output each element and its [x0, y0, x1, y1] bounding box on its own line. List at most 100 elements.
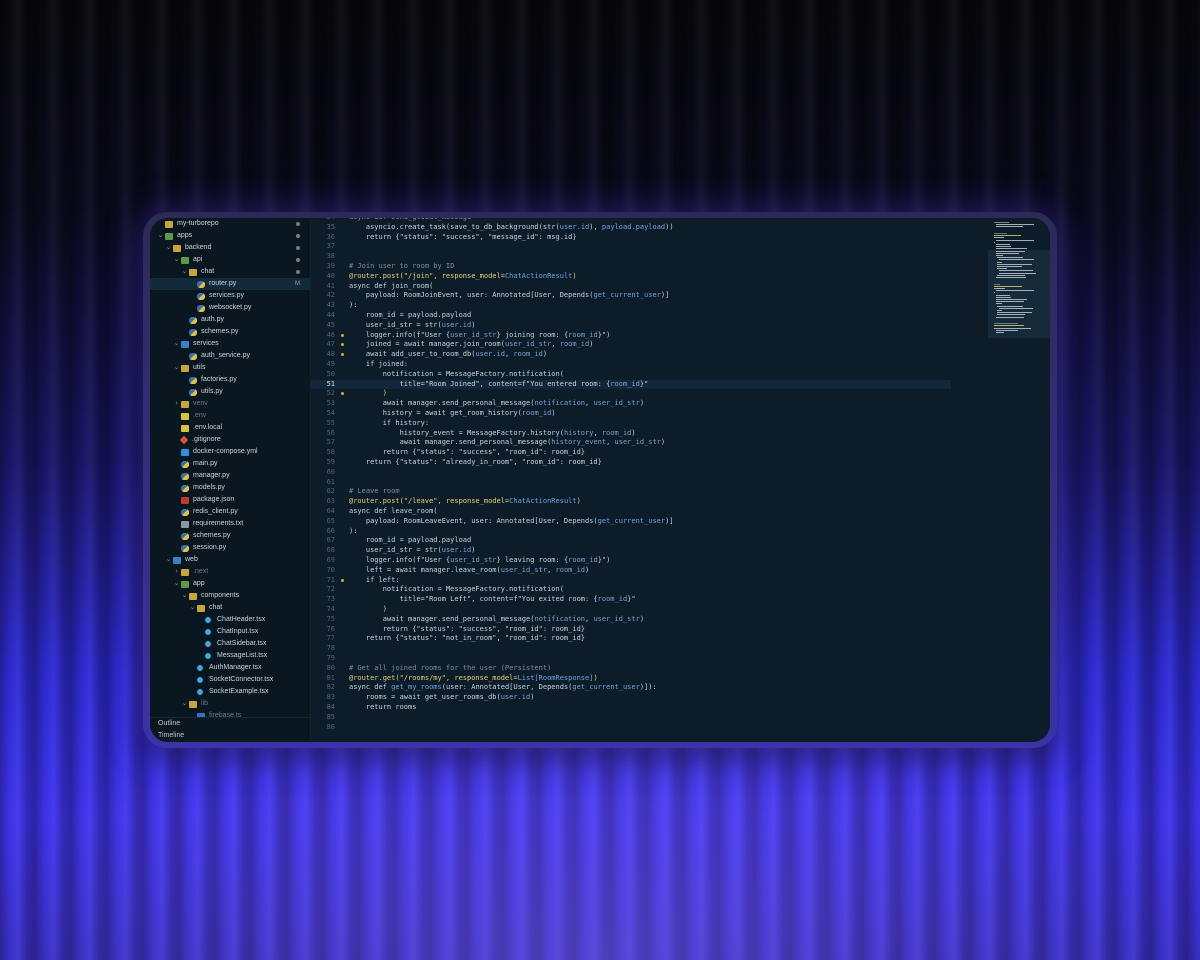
code-line[interactable]: 75 await manager.send_personal_message(n…	[311, 615, 951, 625]
code-editor[interactable]: 34async def send_global_message35 asynci…	[311, 218, 1050, 742]
code-line[interactable]: 35 asyncio.create_task(save_to_db_backgr…	[311, 223, 951, 233]
explorer-item[interactable]: .env	[150, 410, 310, 422]
code-line[interactable]: 63 @router.post("/leave", response_model=…	[311, 497, 951, 507]
code-line[interactable]: 48 await add_user_to_room_db(user.id, ro…	[311, 350, 951, 360]
code-line[interactable]: 41 async def join_room(	[311, 282, 951, 292]
explorer-item[interactable]: ChatHeader.tsx	[150, 614, 310, 626]
code-line[interactable]: 52 )	[311, 389, 951, 399]
explorer-item[interactable]: schemes.py	[150, 530, 310, 542]
code-line[interactable]: 76 return {"status": "success", "room_id…	[311, 625, 951, 635]
explorer-item[interactable]: package.json	[150, 494, 310, 506]
explorer-item[interactable]: ⌄ components	[150, 590, 310, 602]
code-line[interactable]: 69 logger.info(f"User {user_id_str} leav…	[311, 556, 951, 566]
code-line[interactable]: 44 room_id = payload.payload	[311, 311, 951, 321]
explorer-item[interactable]: websocket.py	[150, 302, 310, 314]
code-line[interactable]: 77 return {"status": "not_in_room", "roo…	[311, 634, 951, 644]
code-line[interactable]: 85	[311, 713, 951, 723]
explorer-item[interactable]: manager.py	[150, 470, 310, 482]
outline-panel-toggle[interactable]: Outline	[150, 718, 310, 730]
code-line[interactable]: 59 return {"status": "already_in_room", …	[311, 458, 951, 468]
code-line[interactable]: 56 history_event = MessageFactory.histor…	[311, 429, 951, 439]
explorer-item[interactable]: ⌄ chat	[150, 602, 310, 614]
explorer-item[interactable]: session.py	[150, 542, 310, 554]
explorer-item[interactable]: ⌄ api	[150, 254, 310, 266]
code-line[interactable]: 60	[311, 468, 951, 478]
code-line[interactable]: 39 # Join user to room by ID	[311, 262, 951, 272]
explorer-item[interactable]: ⌄ lib	[150, 698, 310, 710]
explorer-item[interactable]: .gitignore	[150, 434, 310, 446]
code-line[interactable]: 79	[311, 654, 951, 664]
code-line[interactable]: 40 @router.post("/join", response_model=C…	[311, 272, 951, 282]
explorer-item[interactable]: requirements.txt	[150, 518, 310, 530]
explorer-item[interactable]: ⌄ utils	[150, 362, 310, 374]
explorer-item[interactable]: SocketConnector.tsx	[150, 674, 310, 686]
explorer-item[interactable]: router.py M	[150, 278, 310, 290]
code-line[interactable]: 64 async def leave_room(	[311, 507, 951, 517]
code-line[interactable]: 47 joined = await manager.join_room(user…	[311, 340, 951, 350]
code-line[interactable]: 43):	[311, 301, 951, 311]
code-line[interactable]: 53 await manager.send_personal_message(n…	[311, 399, 951, 409]
code-line[interactable]: 54 history = await get_room_history(room…	[311, 409, 951, 419]
explorer-item[interactable]: › venv	[150, 398, 310, 410]
explorer-item[interactable]: AuthManager.tsx	[150, 662, 310, 674]
explorer-item[interactable]: schemes.py	[150, 326, 310, 338]
code-line[interactable]: 78	[311, 644, 951, 654]
code-line[interactable]: 42 payload: RoomJoinEvent, user: Annotat…	[311, 291, 951, 301]
explorer-item[interactable]: ChatInput.tsx	[150, 626, 310, 638]
code-line[interactable]: 80 # Get all joined rooms for the user (P…	[311, 664, 951, 674]
explorer-item[interactable]: factories.py	[150, 374, 310, 386]
code-line[interactable]: 38	[311, 252, 951, 262]
code-line[interactable]: 73 title="Room Left", content=f"You exit…	[311, 595, 951, 605]
explorer-item[interactable]: ⌄ backend	[150, 242, 310, 254]
explorer-item[interactable]: auth.py	[150, 314, 310, 326]
code-line[interactable]: 61	[311, 478, 951, 488]
explorer-item[interactable]: ⌄ services	[150, 338, 310, 350]
code-line[interactable]: 71 if left:	[311, 576, 951, 586]
code-line[interactable]: 49 if joined:	[311, 360, 951, 370]
explorer-item[interactable]: redis_client.py	[150, 506, 310, 518]
code-line[interactable]: 72 notification = MessageFactory.notific…	[311, 585, 951, 595]
explorer-item[interactable]: my-turborepo	[150, 218, 310, 230]
code-line[interactable]: 83 rooms = await get_user_rooms_db(user.…	[311, 693, 951, 703]
code-line[interactable]: 81 @router.get("/rooms/my", response_mode…	[311, 674, 951, 684]
explorer-item[interactable]: MessageList.tsx	[150, 650, 310, 662]
code-line[interactable]: 67 room_id = payload.payload	[311, 536, 951, 546]
explorer-item[interactable]: ChatSidebar.tsx	[150, 638, 310, 650]
code-line[interactable]: 82 async def get_my_rooms(user: Annotated…	[311, 683, 951, 693]
code-line[interactable]: 62 # Leave room	[311, 487, 951, 497]
explorer-item[interactable]: services.py	[150, 290, 310, 302]
explorer-item[interactable]: docker-compose.yml	[150, 446, 310, 458]
chevron-icon: ›	[175, 568, 178, 575]
explorer-item[interactable]: › .next	[150, 566, 310, 578]
code-line[interactable]: 58 return {"status": "success", "room_id…	[311, 448, 951, 458]
code-line[interactable]: 50 notification = MessageFactory.notific…	[311, 370, 951, 380]
code-line[interactable]: 66):	[311, 527, 951, 537]
explorer-item[interactable]: main.py	[150, 458, 310, 470]
explorer-item[interactable]: .env.local	[150, 422, 310, 434]
code-line[interactable]: 84 return rooms	[311, 703, 951, 713]
explorer-item[interactable]: models.py	[150, 482, 310, 494]
explorer-item[interactable]: ⌄ chat	[150, 266, 310, 278]
code-line[interactable]: 70 left = await manager.leave_room(user_…	[311, 566, 951, 576]
explorer-item[interactable]: SocketExample.tsx	[150, 686, 310, 698]
explorer-item[interactable]: ⌄ apps	[150, 230, 310, 242]
code-line[interactable]: 46 logger.info(f"User {user_id_str} join…	[311, 331, 951, 341]
code-line[interactable]: 65 payload: RoomLeaveEvent, user: Annota…	[311, 517, 951, 527]
code-line[interactable]: 74 )	[311, 605, 951, 615]
code-line[interactable]: 36 return {"status": "success", "message…	[311, 233, 951, 243]
code-token: )]	[660, 291, 670, 300]
code-line[interactable]: 68 user_id_str = str(user.id)	[311, 546, 951, 556]
explorer-item[interactable]: auth_service.py	[150, 350, 310, 362]
explorer-item[interactable]: ⌄ web	[150, 554, 310, 566]
code-line[interactable]: 37	[311, 242, 951, 252]
code-line[interactable]: 57 await manager.send_personal_message(h…	[311, 438, 951, 448]
explorer-item[interactable]: utils.py	[150, 386, 310, 398]
code-line[interactable]: 86	[311, 723, 951, 733]
minimap[interactable]	[988, 218, 1050, 742]
timeline-panel-toggle[interactable]: Timeline	[150, 730, 310, 742]
code-line[interactable]: 45 user_id_str = str(user.id)	[311, 321, 951, 331]
explorer-item[interactable]: ⌄ app	[150, 578, 310, 590]
code-line[interactable]: 55 if history:	[311, 419, 951, 429]
minimap-line	[998, 270, 1033, 272]
code-line[interactable]: 51 title="Room Joined", content=f"You en…	[311, 379, 951, 390]
